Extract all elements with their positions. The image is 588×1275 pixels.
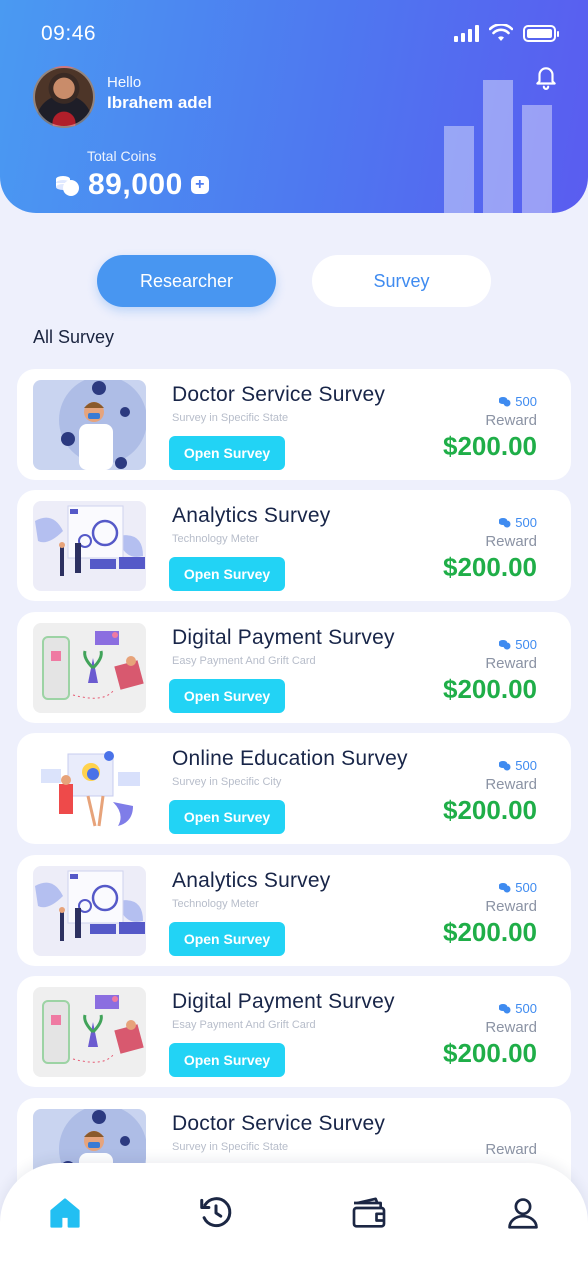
coin-icon [499, 761, 511, 771]
coin-icon [499, 640, 511, 650]
survey-card[interactable]: Analytics Survey Technology Meter Reward… [17, 490, 571, 601]
nav-profile[interactable] [503, 1193, 543, 1233]
total-coins-label: Total Coins [87, 148, 157, 164]
survey-thumbnail [33, 987, 146, 1077]
reward-label: Reward [485, 655, 537, 672]
decorative-bar [483, 80, 513, 213]
survey-card[interactable]: Online Education Survey Survey in Specif… [17, 733, 571, 844]
reward-label: Reward [485, 1019, 537, 1036]
survey-subtitle: Survey in Specific State [172, 412, 289, 424]
survey-title: Analytics Survey [172, 869, 331, 892]
open-survey-button[interactable]: Open Survey [169, 679, 285, 713]
survey-subtitle: Easy Payment And Grift Card [172, 655, 316, 667]
bottom-nav [0, 1163, 588, 1275]
survey-title: Digital Payment Survey [172, 626, 395, 649]
survey-thumbnail [33, 501, 146, 591]
survey-subtitle: Survey in Specific City [172, 776, 282, 788]
wallet-icon [352, 1197, 386, 1228]
history-icon [200, 1197, 232, 1228]
reward-coins: 500 [498, 394, 537, 409]
section-title: All Survey [33, 327, 115, 347]
decorative-bar [444, 126, 474, 213]
reward-label: Reward [485, 776, 537, 793]
reward-price: $200.00 [443, 917, 537, 947]
coin-stack-icon [56, 176, 79, 196]
survey-thumbnail [33, 866, 146, 956]
reward-coins-value: 500 [515, 880, 537, 895]
survey-thumbnail [33, 380, 146, 470]
status-time: 09:46 [41, 22, 97, 45]
tab-researcher[interactable]: Researcher [97, 255, 276, 307]
total-coins: 89,000 + [54, 168, 209, 202]
reward-coins-value: 500 [515, 1001, 537, 1016]
open-survey-button[interactable]: Open Survey [169, 1043, 285, 1077]
survey-title: Doctor Service Survey [172, 1112, 386, 1135]
profile-icon [508, 1198, 538, 1229]
survey-card[interactable]: Digital Payment Survey Easy Payment And … [17, 612, 571, 723]
survey-card[interactable]: Analytics Survey Technology Meter Reward… [17, 855, 571, 966]
reward-coins-value: 500 [515, 515, 537, 530]
survey-title: Analytics Survey [172, 504, 331, 527]
profile-header: 09:46 Hello Ibrahem adel Total Coins 89,… [0, 0, 588, 213]
nav-home[interactable] [45, 1193, 85, 1233]
home-icon [50, 1198, 80, 1228]
signal-icon [454, 24, 479, 42]
status-icons [454, 24, 559, 42]
survey-card[interactable]: Digital Payment Survey Esay Payment And … [17, 976, 571, 1087]
nav-wallet[interactable] [349, 1193, 389, 1233]
coin-icon [499, 518, 511, 528]
open-survey-button[interactable]: Open Survey [169, 922, 285, 956]
reward-coins: 500 [498, 880, 537, 895]
nav-history[interactable] [196, 1193, 236, 1233]
reward-price: $200.00 [443, 674, 537, 704]
battery-icon [523, 24, 559, 42]
coin-icon [499, 397, 511, 407]
survey-subtitle: Technology Meter [172, 533, 259, 545]
total-coins-value: 89,000 [88, 168, 183, 201]
survey-title: Digital Payment Survey [172, 990, 395, 1013]
survey-subtitle: Survey in Specific State [172, 1141, 289, 1153]
survey-title: Online Education Survey [172, 747, 408, 770]
reward-price: $200.00 [443, 795, 537, 825]
survey-thumbnail [33, 623, 146, 713]
reward-price: $200.00 [443, 1038, 537, 1068]
bell-icon[interactable] [533, 64, 559, 90]
reward-coins-value: 500 [515, 758, 537, 773]
open-survey-button[interactable]: Open Survey [169, 436, 285, 470]
reward-coins: 500 [498, 758, 537, 773]
avatar[interactable] [33, 66, 95, 128]
survey-thumbnail [33, 744, 146, 834]
survey-subtitle: Technology Meter [172, 898, 259, 910]
coin-icon [499, 883, 511, 893]
reward-label: Reward [485, 533, 537, 550]
open-survey-button[interactable]: Open Survey [169, 800, 285, 834]
reward-coins: 500 [498, 1001, 537, 1016]
add-coins-button[interactable]: + [190, 176, 209, 194]
reward-coins: 500 [498, 515, 537, 530]
reward-label: Reward [485, 412, 537, 429]
survey-card[interactable]: Doctor Service Survey Survey in Specific… [17, 369, 571, 480]
reward-coins-value: 500 [515, 394, 537, 409]
reward-coins: 500 [498, 637, 537, 652]
reward-label: Reward [485, 1141, 537, 1158]
greeting: Hello [107, 74, 142, 91]
username: Ibrahem adel [107, 93, 212, 112]
reward-coins-value: 500 [515, 637, 537, 652]
reward-price: $200.00 [443, 552, 537, 582]
survey-subtitle: Esay Payment And Grift Card [172, 1019, 316, 1031]
survey-title: Doctor Service Survey [172, 383, 386, 406]
reward-label: Reward [485, 898, 537, 915]
decorative-bar [522, 105, 552, 213]
reward-price: $200.00 [443, 431, 537, 461]
open-survey-button[interactable]: Open Survey [169, 557, 285, 591]
wifi-icon [489, 24, 513, 41]
tab-survey[interactable]: Survey [312, 255, 491, 307]
coin-icon [499, 1004, 511, 1014]
